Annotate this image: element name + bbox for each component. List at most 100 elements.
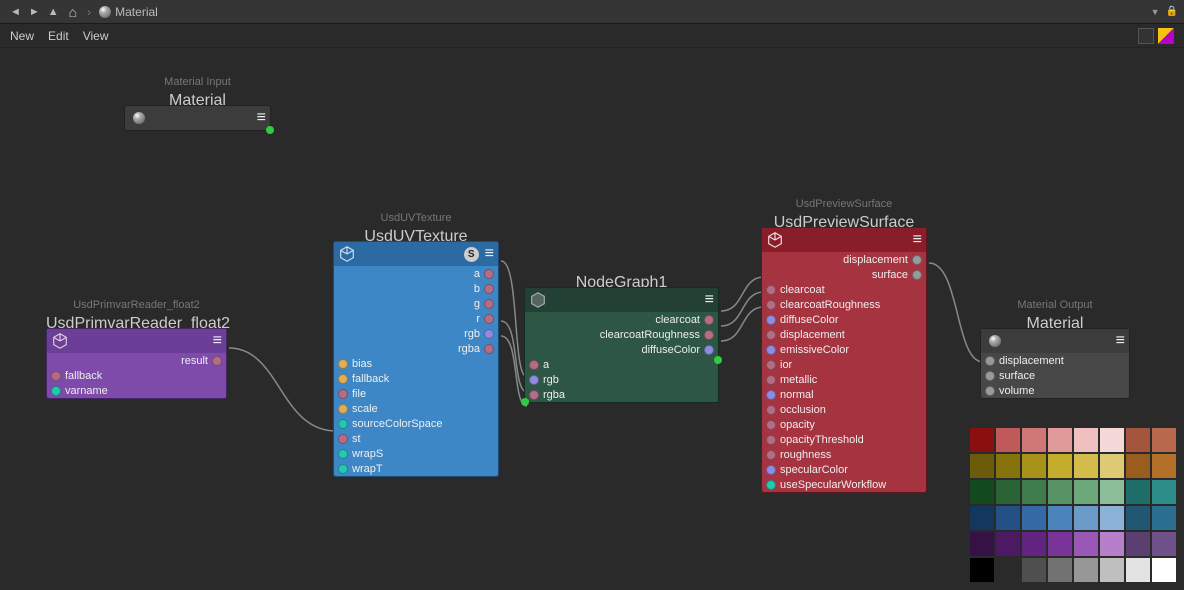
pass-through-port[interactable] [266,126,274,134]
port-dot-icon[interactable] [766,285,776,295]
port-emissiveColor[interactable]: emissiveColor [762,342,926,357]
port-dot-icon[interactable] [766,465,776,475]
port-dot-icon[interactable] [484,314,494,324]
port-normal[interactable]: normal [762,387,926,402]
port-clearcoatRoughness[interactable]: clearcoatRoughness [525,327,718,342]
swatch[interactable] [1126,532,1150,556]
port-opacityThreshold[interactable]: opacityThreshold [762,432,926,447]
port-dot-icon[interactable] [766,450,776,460]
node-material-output[interactable]: ≡ displacementsurfacevolume [980,328,1130,399]
swatch[interactable] [1152,454,1176,478]
port-clearcoatRoughness[interactable]: clearcoatRoughness [762,297,926,312]
port-useSpecularWorkflow[interactable]: useSpecularWorkflow [762,477,926,492]
swatch[interactable] [1074,558,1098,582]
port-dot-icon[interactable] [766,315,776,325]
swatch[interactable] [970,428,994,452]
port-dot-icon[interactable] [484,299,494,309]
nav-up-icon[interactable]: ▲ [48,6,59,18]
swatch[interactable] [1074,506,1098,530]
port-dot-icon[interactable] [766,300,776,310]
node-primvar-reader[interactable]: ≡ result fallbackvarname [46,328,227,399]
swatch[interactable] [996,506,1020,530]
port-diffuseColor[interactable]: diffuseColor [525,342,718,357]
port-dot-icon[interactable] [338,419,348,429]
swatch[interactable] [1100,506,1124,530]
nav-fwd-icon[interactable]: ► [29,6,40,18]
menu-view[interactable]: View [83,29,109,43]
hamburger-icon[interactable]: ≡ [913,231,922,249]
port-dot-icon[interactable] [766,480,776,490]
swatch[interactable] [1048,506,1072,530]
port-ior[interactable]: ior [762,357,926,372]
swatch[interactable] [1048,454,1072,478]
swatch[interactable] [1022,480,1046,504]
node-nodegraph[interactable]: ≡ clearcoatclearcoatRoughnessdiffuseColo… [524,287,719,403]
port-diffuseColor[interactable]: diffuseColor [762,312,926,327]
home-icon[interactable]: ⌂ [69,4,77,20]
port-fallback[interactable]: fallback [47,368,226,383]
port-dot-icon[interactable] [484,269,494,279]
port-dot-icon[interactable] [338,434,348,444]
swatch[interactable] [1100,532,1124,556]
port-volume[interactable]: volume [981,383,1129,398]
port-displacement[interactable]: displacement [981,353,1129,368]
port-dot-icon[interactable] [529,375,539,385]
swatch[interactable] [1152,428,1176,452]
hamburger-icon[interactable]: ≡ [257,109,266,127]
hamburger-icon[interactable]: ≡ [705,291,714,309]
swatch[interactable] [1048,428,1072,452]
port-dot-icon[interactable] [912,255,922,265]
port-dot-icon[interactable] [484,329,494,339]
hamburger-icon[interactable]: ≡ [1116,332,1125,350]
port-clearcoat[interactable]: clearcoat [525,312,718,327]
port-dot-icon[interactable] [212,356,222,366]
port-dot-icon[interactable] [766,330,776,340]
port-clearcoat[interactable]: clearcoat [762,282,926,297]
hamburger-icon[interactable]: ≡ [485,245,494,263]
port-fallback[interactable]: fallback [334,371,498,386]
swatch[interactable] [1126,480,1150,504]
swatch[interactable] [1048,532,1072,556]
port-roughness[interactable]: roughness [762,447,926,462]
swatch[interactable] [970,558,994,582]
port-dot-icon[interactable] [338,389,348,399]
port-dot-icon[interactable] [338,374,348,384]
node-uv-texture[interactable]: S ≡ abgrrgbrgba biasfallbackfilescalesou… [333,241,499,477]
menu-edit[interactable]: Edit [48,29,69,43]
node-preview-surface[interactable]: ≡ displacementsurface clearcoatclearcoat… [761,227,927,493]
swatch[interactable] [1074,532,1098,556]
swatch[interactable] [1100,558,1124,582]
swatch[interactable] [1022,428,1046,452]
port-dot-icon[interactable] [985,356,995,366]
menu-new[interactable]: New [10,29,34,43]
swatch[interactable] [996,558,1020,582]
port-dot-icon[interactable] [766,420,776,430]
swatch[interactable] [996,532,1020,556]
swatch[interactable] [1022,506,1046,530]
swatch[interactable] [1152,558,1176,582]
port-dot-icon[interactable] [529,390,539,400]
port-dot-icon[interactable] [766,390,776,400]
swatch[interactable] [1074,428,1098,452]
port-varname[interactable]: varname [47,383,226,398]
port-dot-icon[interactable] [704,315,714,325]
port-rgb[interactable]: rgb [525,372,718,387]
swatch[interactable] [1022,454,1046,478]
swatch[interactable] [1126,558,1150,582]
swatch[interactable] [1126,506,1150,530]
swatch[interactable] [970,506,994,530]
port-a[interactable]: a [525,357,718,372]
nav-back-icon[interactable]: ◄ [10,6,21,18]
port-bias[interactable]: bias [334,356,498,371]
swatch[interactable] [996,480,1020,504]
swatch[interactable] [1152,506,1176,530]
port-dot-icon[interactable] [766,405,776,415]
port-dot-icon[interactable] [985,386,995,396]
port-dot-icon[interactable] [338,404,348,414]
swatch[interactable] [1152,532,1176,556]
port-dot-icon[interactable] [338,464,348,474]
port-b[interactable]: b [334,281,498,296]
port-dot-icon[interactable] [338,359,348,369]
port-displacement[interactable]: displacement [762,327,926,342]
port-dot-icon[interactable] [51,386,61,396]
